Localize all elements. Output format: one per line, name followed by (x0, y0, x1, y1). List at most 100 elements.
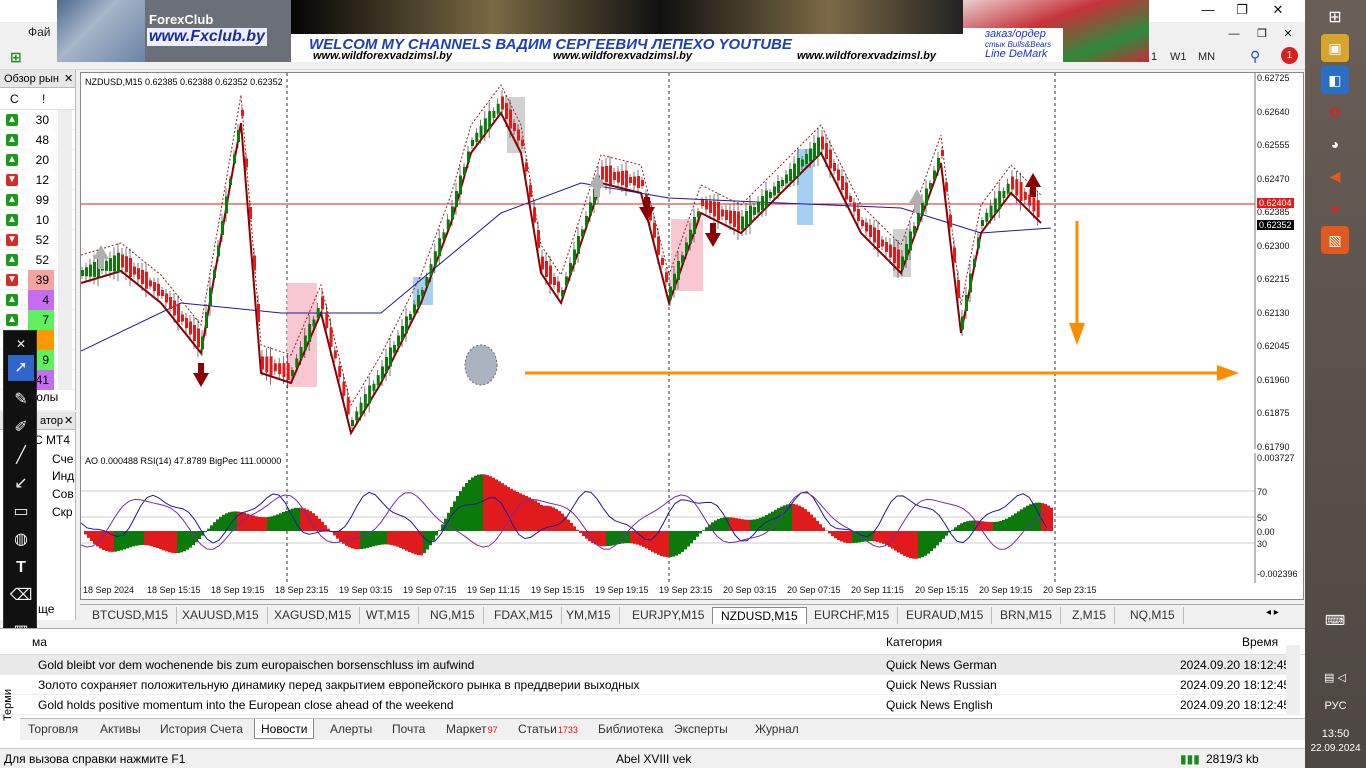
audio-icon[interactable]: ◀ (1321, 162, 1349, 190)
symbol-tab[interactable]: YM,M15 (558, 607, 620, 624)
terminal-tab[interactable]: Новости (254, 719, 315, 739)
candle-body (685, 242, 688, 254)
close-button[interactable]: ✕ (1262, 0, 1294, 20)
ao-bar (405, 531, 408, 551)
rectangle-tool-icon[interactable]: ▭ (8, 499, 34, 525)
navigator-footer-tab[interactable]: ще (38, 602, 54, 616)
candle-body (917, 213, 920, 225)
paint-tool-icon[interactable]: ◍ (8, 527, 34, 553)
candle-body (693, 217, 696, 234)
ao-bar (216, 519, 219, 531)
candle-body (372, 383, 376, 391)
keyboard-icon[interactable]: ⌨ (1321, 606, 1349, 634)
advertising-banner[interactable]: ForexClub www.Fxclub.by WELCOM MY CHANNE… (57, 0, 1149, 62)
timeframe-w1[interactable]: W1 (1170, 51, 1187, 63)
symbol-tab[interactable]: FDAX,M15 (486, 607, 562, 624)
candle-body (725, 210, 728, 220)
clock-time[interactable]: 13:50 (1305, 728, 1366, 740)
col-symbol[interactable]: С (10, 88, 19, 110)
close-icon[interactable]: ✕ (64, 70, 73, 88)
indicator-chart[interactable] (81, 453, 1305, 583)
banner-site-3: www.wildforexvadzimsl.by (797, 50, 936, 62)
text-tool-icon[interactable]: T (8, 555, 34, 581)
symbol-tab[interactable]: NG,M15 (422, 607, 484, 624)
candle-body (657, 236, 660, 255)
marker-tool-icon[interactable]: ✐ (8, 415, 34, 441)
close-icon[interactable]: ✕ (64, 412, 73, 430)
symbol-tab[interactable]: NQ,M15 (1122, 607, 1184, 624)
record-icon[interactable]: ● (1321, 194, 1349, 222)
terminal-tab[interactable]: Эксперты (674, 722, 728, 736)
col-mark[interactable]: ! (42, 88, 45, 110)
orange-app-icon[interactable]: ▧ (1321, 226, 1349, 254)
ao-bar (210, 525, 213, 531)
terminal-tab[interactable]: Алерты (330, 722, 372, 736)
candle-body (1023, 191, 1027, 200)
buy-arrow-icon (909, 189, 925, 203)
cursor-tool-icon[interactable]: ➚ (8, 355, 34, 381)
nav-experts[interactable]: Сов (52, 487, 74, 501)
terminal-tab[interactable]: Библиотека (598, 722, 663, 736)
ao-bar (207, 528, 210, 531)
terminal-tab[interactable]: Журнал (755, 722, 799, 736)
notification-badge[interactable]: 1 (1281, 47, 1298, 64)
symbol-tab[interactable]: BRN,M15 (992, 607, 1062, 624)
terminal-tab[interactable]: История Счета (160, 722, 243, 736)
language-indicator[interactable]: РУС (1305, 700, 1366, 712)
windows-start-icon[interactable]: ⊞ (1321, 4, 1349, 32)
col-time[interactable]: Время (1242, 635, 1278, 649)
symbol-tab[interactable]: XAGUSD,M15 (266, 607, 361, 624)
minimize-button[interactable]: — (1192, 0, 1224, 20)
col-category[interactable]: Категория (886, 635, 942, 649)
network-icon[interactable]: ▤ ◁ (1321, 664, 1349, 692)
ao-bar (900, 531, 903, 555)
scrollbar[interactable] (1286, 645, 1300, 715)
symbol-tab[interactable]: EURAUD,M15 (898, 607, 993, 624)
new-order-icon[interactable]: ⊞ (10, 49, 22, 66)
menu-file[interactable]: Фай (28, 25, 51, 39)
symbol-tab[interactable]: WT,M15 (358, 607, 420, 624)
terminal-tab[interactable]: Почта (392, 722, 425, 736)
timeframe-mn[interactable]: MN (1198, 51, 1215, 63)
search-icon[interactable]: ⚲ (1250, 48, 1260, 65)
symbol-tab[interactable]: EURCHF,M15 (806, 607, 899, 624)
terminal-tab[interactable]: Статьи1733 (518, 722, 578, 736)
chart-window[interactable]: NZDUSD,M15 0.62385 0.62388 0.62352 0.623… (80, 72, 1304, 600)
nav-root[interactable]: С MT4 (34, 433, 70, 447)
news-row[interactable]: Gold bleibt vor dem wochenende bis zum e… (0, 655, 1290, 675)
symbol-tab[interactable]: BTCUSD,M15 (84, 607, 178, 624)
symbol-tab[interactable]: Z,M15 (1064, 607, 1116, 624)
candle-body (661, 258, 664, 266)
eraser-tool-icon[interactable]: ⌫ (8, 583, 34, 609)
nav-accounts[interactable]: Сче (52, 452, 73, 466)
clock-date[interactable]: 22.09.2024 (1305, 743, 1366, 754)
price-chart[interactable] (81, 73, 1305, 449)
terminal-tab[interactable]: Торговля (28, 722, 78, 736)
explorer-icon[interactable]: ▣ (1321, 34, 1349, 62)
ao-bar (990, 522, 993, 531)
chart-close-button[interactable]: ✕ (1272, 24, 1304, 44)
nav-scripts[interactable]: Скр (52, 505, 73, 519)
row-value: 48 (35, 133, 49, 147)
opera-icon[interactable]: O (1321, 98, 1349, 126)
news-row[interactable]: Золото сохраняет положительную динамику … (0, 675, 1290, 695)
pencil-tool-icon[interactable]: ✎ (8, 387, 34, 413)
terminal-tab[interactable]: Маркет97 (446, 722, 498, 736)
symbol-tab[interactable]: NZDUSD,M15 (712, 607, 807, 624)
tab-scroll-icon[interactable]: ◂ ▸ (1266, 607, 1279, 618)
symbol-tab[interactable]: EURJPY,M15 (624, 607, 714, 624)
nav-indicators[interactable]: Инд (52, 469, 74, 483)
arrow-tool-icon[interactable]: ↙ (8, 471, 34, 497)
scrollbar[interactable] (58, 110, 72, 390)
symbol-tab[interactable]: XAUUSD,M15 (174, 607, 268, 624)
news-row[interactable]: Gold holds positive momentum into the Eu… (0, 695, 1290, 715)
candle-body (969, 273, 972, 293)
restore-button[interactable]: ❐ (1226, 0, 1258, 20)
close-icon[interactable]: ✕ (8, 331, 34, 357)
timeframe-h4[interactable]: 1 (1151, 51, 1157, 63)
app-icon[interactable]: ◧ (1321, 66, 1349, 94)
terminal-tab[interactable]: Активы (100, 722, 141, 736)
paint-icon[interactable]: ◕ (1321, 130, 1349, 158)
line-tool-icon[interactable]: ╱ (8, 443, 34, 469)
col-subject[interactable]: ма (32, 635, 47, 649)
